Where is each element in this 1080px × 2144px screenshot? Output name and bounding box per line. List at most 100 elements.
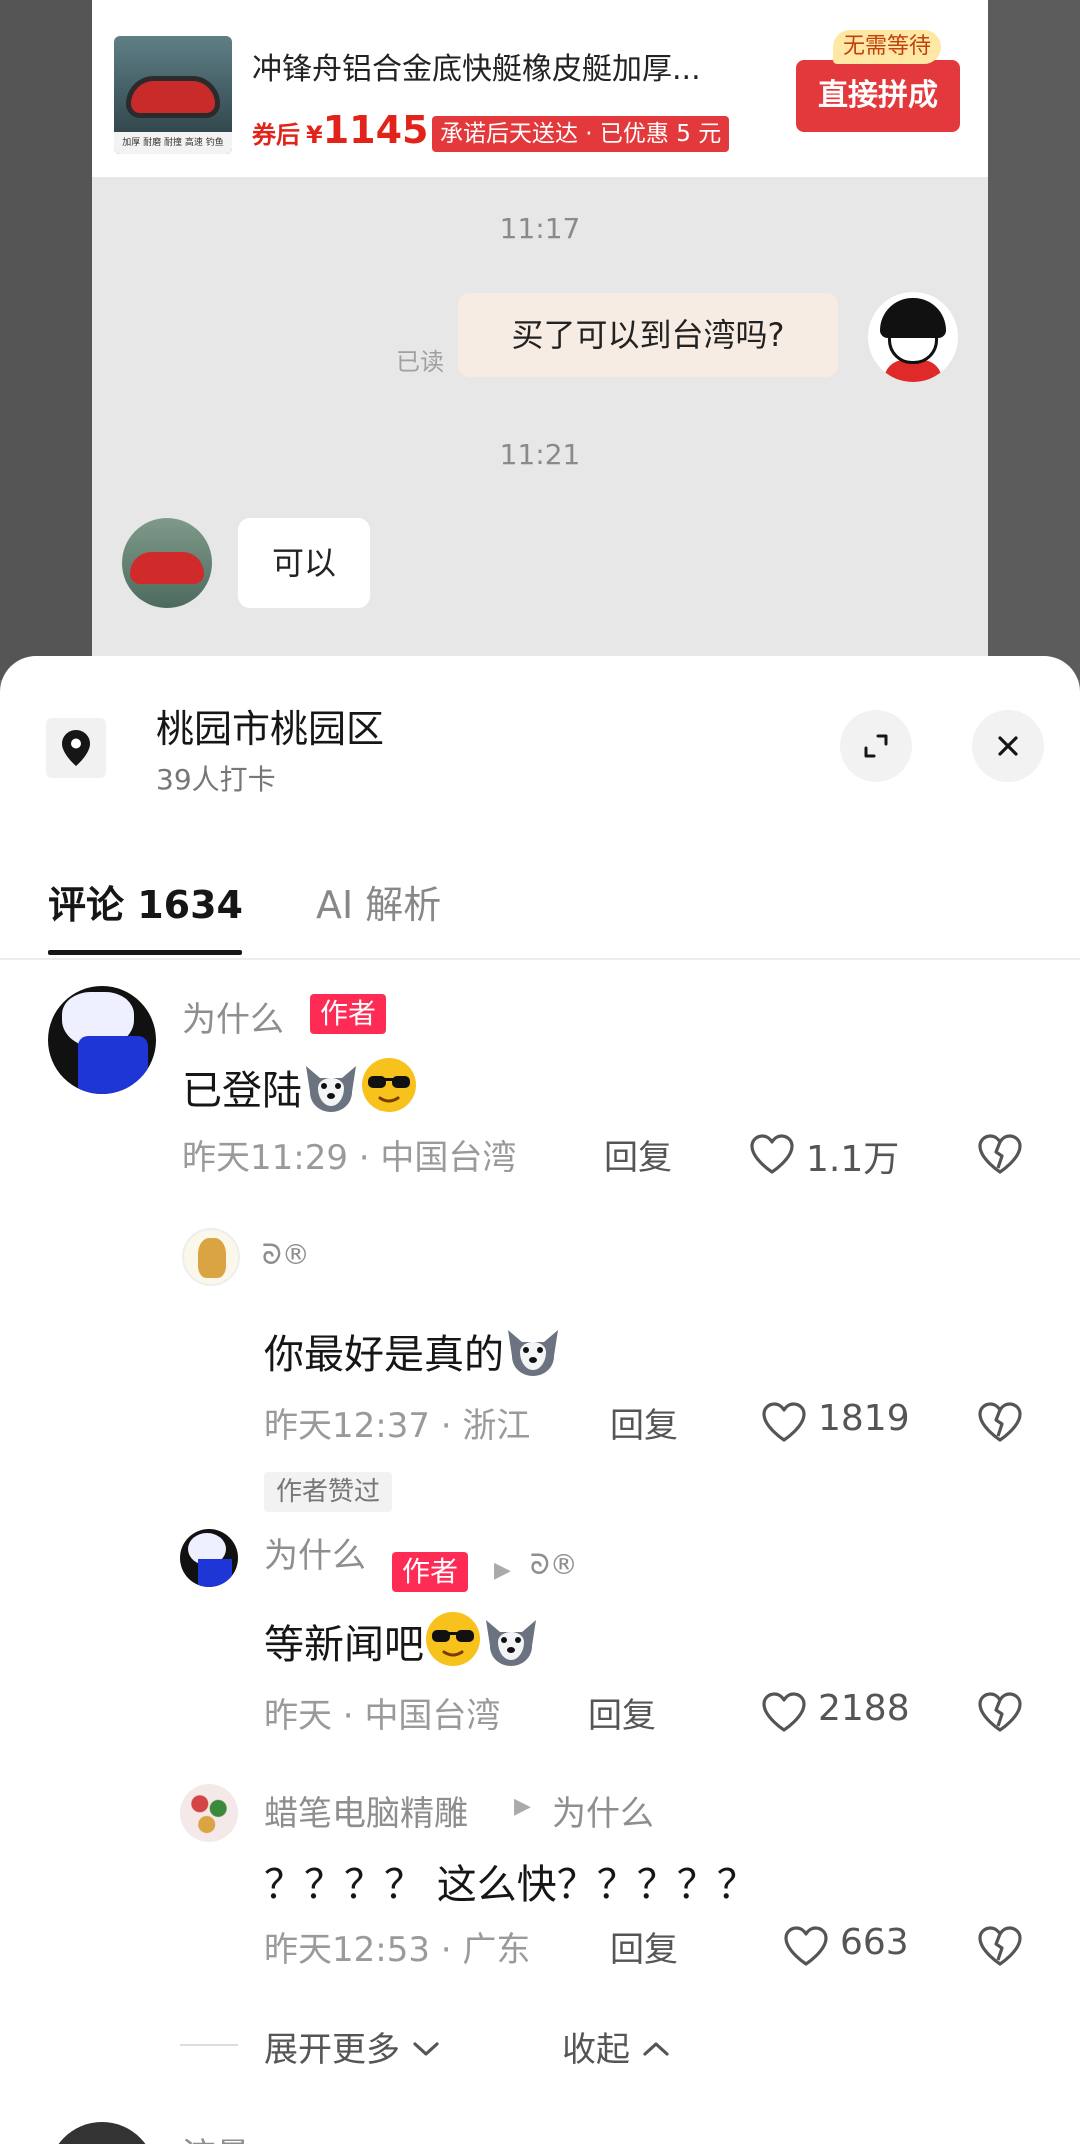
chat-screenshot: 加厚 耐磨 耐撞 高速 钓鱼 冲锋舟铝合金底快艇橡皮艇加厚... 券后 ¥ 11…	[92, 0, 988, 680]
author-tag: 作者	[392, 1552, 469, 1592]
collapse-button[interactable]: 收起	[562, 2022, 671, 2071]
chevron-up-icon	[643, 2042, 669, 2056]
tab-active-indicator	[48, 950, 242, 955]
reply-text: 你最好是真的	[264, 1322, 562, 1380]
tab-ai-analysis[interactable]: AI 解析	[316, 874, 441, 929]
replier-name[interactable]: ᘐ®	[262, 1238, 310, 1272]
replier-avatar[interactable]	[182, 1228, 240, 1286]
replier-avatar[interactable]	[180, 1784, 238, 1842]
commenter-avatar[interactable]	[48, 986, 156, 1094]
avatar-dragon	[198, 1238, 226, 1278]
expand-divider	[180, 2044, 238, 2046]
broken-heart-icon[interactable]	[976, 1924, 1024, 1968]
reply-button[interactable]: 回复	[610, 1922, 678, 1971]
expand-icon	[864, 734, 888, 758]
location-title[interactable]: 桃园市桃园区	[156, 698, 384, 753]
author-liked-badge: 作者赞过	[264, 1472, 393, 1512]
reply-text: 等新闻吧	[264, 1610, 540, 1670]
reply-meta: 昨天12:37 · 浙江	[264, 1406, 531, 1446]
reply-text-content: 等新闻吧	[264, 1622, 424, 1668]
chat-time: 11:21	[499, 438, 581, 471]
background-left	[0, 0, 92, 680]
boat-image	[126, 76, 220, 118]
commenter-name[interactable]: 流量	[182, 2128, 250, 2144]
broken-heart-icon[interactable]	[976, 1132, 1024, 1176]
heart-icon[interactable]	[748, 1132, 796, 1176]
expand-more-button[interactable]: 展开更多	[264, 2022, 441, 2071]
reply-to-name[interactable]: ᘐ®	[530, 1548, 578, 1582]
reply-time: 昨天12:53	[264, 1930, 430, 1970]
comment-meta: 昨天11:29 · 中国台湾	[182, 1138, 517, 1178]
reply-location: 浙江	[462, 1406, 531, 1446]
like-count: 2188	[818, 1688, 910, 1729]
chat-time: 11:17	[499, 212, 581, 245]
tab-comments[interactable]: 评论 1634	[48, 874, 243, 929]
reply-location: 中国台湾	[364, 1696, 501, 1736]
price-value: 1145	[322, 108, 429, 152]
replier-name[interactable]: 为什么	[264, 1528, 366, 1577]
user-avatar	[868, 292, 958, 382]
reply-text: ？？？？ 这么快？？？？？	[264, 1862, 757, 1908]
no-wait-badge: 无需等待	[833, 30, 942, 64]
pin-icon	[62, 730, 90, 766]
commenter-avatar[interactable]	[48, 2122, 156, 2144]
product-image-caption: 加厚 耐磨 耐撞 高速 钓鱼	[114, 132, 232, 154]
product-image: 加厚 耐磨 耐撞 高速 钓鱼	[114, 36, 232, 154]
product-card: 加厚 耐磨 耐撞 高速 钓鱼 冲锋舟铝合金底快艇橡皮艇加厚... 券后 ¥ 11…	[92, 0, 988, 177]
comment-time: 昨天11:29	[182, 1138, 348, 1178]
reply-time: 昨天	[264, 1696, 332, 1736]
tab-divider	[0, 958, 1080, 960]
seller-avatar	[122, 518, 212, 608]
collapse-label: 收起	[562, 2030, 630, 2070]
avatar-crayons	[186, 1790, 232, 1836]
avatar-body	[78, 1036, 148, 1094]
husky-emoji-icon	[302, 1062, 360, 1114]
like-count: 663	[840, 1922, 909, 1963]
reply-button[interactable]: 回复	[604, 1130, 672, 1179]
comment-text: 已登陆	[182, 1056, 418, 1116]
avatar-body	[198, 1559, 232, 1587]
reply-arrow-icon: ▶	[494, 1558, 511, 1583]
reply-to-name[interactable]: 为什么	[552, 1786, 654, 1835]
like-count: 1.1万	[806, 1139, 900, 1180]
reply-meta: 昨天12:53 · 广东	[264, 1930, 531, 1970]
incoming-message: 可以	[238, 518, 370, 608]
reply-button[interactable]: 回复	[610, 1398, 678, 1447]
comment-text-content: 已登陆	[182, 1068, 302, 1114]
price-prefix: 券后	[252, 121, 300, 149]
heart-icon[interactable]	[760, 1400, 808, 1444]
broken-heart-icon[interactable]	[976, 1400, 1024, 1444]
reply-location: 广东	[462, 1930, 531, 1970]
sunglasses-emoji-icon	[360, 1056, 418, 1114]
husky-emoji-icon	[504, 1326, 562, 1378]
broken-heart-icon[interactable]	[976, 1690, 1024, 1734]
expand-more-label: 展开更多	[264, 2030, 400, 2070]
heart-icon[interactable]	[782, 1924, 830, 1968]
husky-emoji-icon	[482, 1616, 540, 1668]
commenter-name[interactable]: 为什么	[182, 992, 284, 1041]
reply-text-content: 你最好是真的	[264, 1332, 504, 1378]
product-title: 冲锋舟铝合金底快艇橡皮艇加厚...	[252, 52, 701, 87]
expand-button[interactable]	[840, 710, 912, 782]
location-pin-icon	[46, 718, 106, 778]
close-button[interactable]	[972, 710, 1044, 782]
reply-arrow-icon: ▶	[514, 1794, 531, 1819]
replier-name[interactable]: 蜡笔电脑精雕	[264, 1786, 468, 1835]
price-symbol: ¥	[306, 121, 323, 149]
background-right	[988, 0, 1080, 680]
chevron-down-icon	[413, 2042, 439, 2056]
outgoing-message: 买了可以到台湾吗?	[458, 293, 838, 377]
comment-location: 中国台湾	[380, 1138, 517, 1178]
heart-icon[interactable]	[760, 1690, 808, 1734]
comment-sheet: 桃园市桃园区 39人打卡 评论 1634 AI 解析 为什么 作者 已登陆 昨天…	[0, 656, 1080, 2144]
reply-button[interactable]: 回复	[588, 1688, 656, 1737]
close-icon	[998, 736, 1018, 756]
buy-button: 直接拼成	[796, 60, 960, 132]
location-checkins: 39人打卡	[156, 763, 276, 796]
reply-meta: 昨天 · 中国台湾	[264, 1696, 501, 1736]
avatar-hair	[880, 298, 946, 338]
delivery-promise: 承诺后天送达 · 已优惠 5 元	[432, 116, 730, 152]
boat-image	[130, 552, 204, 584]
replier-avatar[interactable]	[180, 1529, 238, 1587]
sunglasses-emoji-icon	[424, 1610, 482, 1668]
